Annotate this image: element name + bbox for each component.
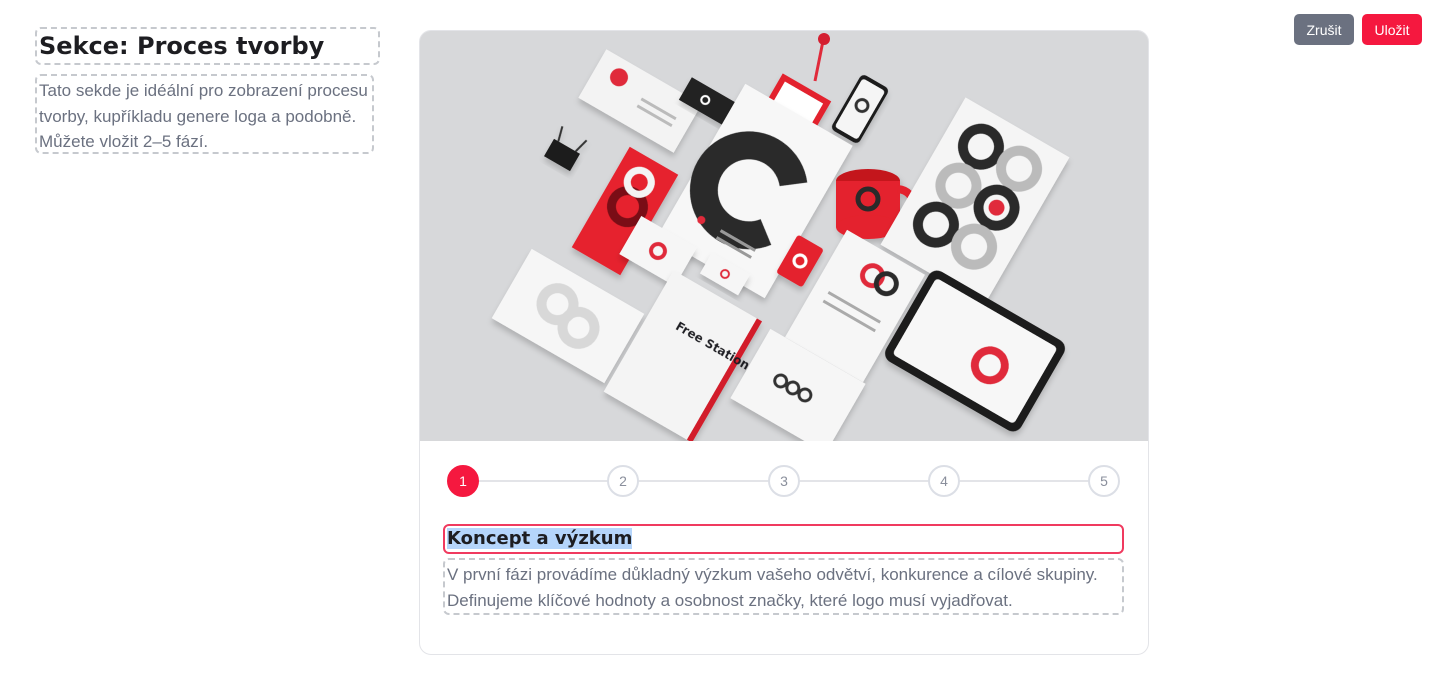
step-1[interactable]: 1 (447, 465, 479, 497)
process-card: Free Stationery Mockup 1 2 3 4 5 Koncept… (419, 30, 1149, 655)
step-title-text: Koncept a výzkum (447, 528, 633, 549)
step-title-field[interactable]: Koncept a výzkum (443, 524, 1124, 554)
save-button[interactable]: Uložit (1362, 14, 1422, 45)
process-stepper: 1 2 3 4 5 (447, 465, 1121, 497)
stationery-mockup-image[interactable]: Free Stationery Mockup (420, 31, 1148, 454)
step-3[interactable]: 3 (768, 465, 800, 497)
step-5[interactable]: 5 (1088, 465, 1120, 497)
step-2[interactable]: 2 (607, 465, 639, 497)
step-description-field[interactable]: V první fázi provádíme důkladný výzkum v… (443, 558, 1124, 615)
step-4[interactable]: 4 (928, 465, 960, 497)
section-title[interactable]: Sekce: Proces tvorby (35, 27, 380, 65)
section-description[interactable]: Tato sekde je idéální pro zobrazení proc… (35, 74, 374, 154)
cancel-button[interactable]: Zrušit (1294, 14, 1354, 45)
mockup-illustration: Free Stationery Mockup (420, 31, 1148, 454)
